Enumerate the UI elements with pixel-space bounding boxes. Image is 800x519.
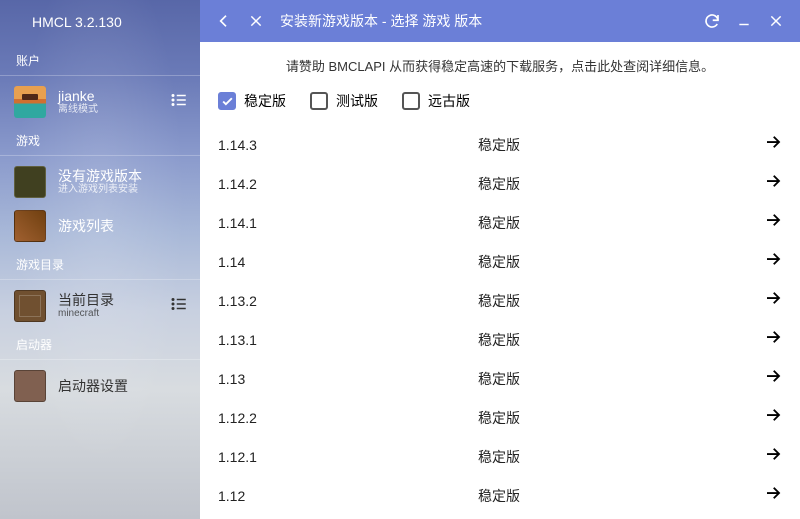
currentdir-text: 当前目录 minecraft (58, 292, 170, 321)
version-type: 稳定版 (478, 252, 764, 272)
settings-title: 启动器设置 (58, 378, 188, 395)
filter-test-label: 测试版 (336, 91, 378, 111)
main-panel: 安装新游戏版本 - 选择 游戏 版本 请赞助 BMCLAPI 从而获得稳定高速的… (200, 0, 800, 519)
version-name: 1.14 (218, 254, 478, 270)
sidebar-item-currentdir[interactable]: 当前目录 minecraft (0, 284, 200, 328)
filter-stable-label: 稳定版 (244, 91, 286, 111)
checkbox-unchecked-icon (402, 92, 420, 110)
sponsor-banner[interactable]: 请赞助 BMCLAPI 从而获得稳定高速的下载服务，点击此处查阅详细信息。 (200, 42, 800, 91)
gamelist-text: 游戏列表 (58, 218, 188, 235)
version-name: 1.14.3 (218, 137, 478, 153)
avatar-icon (14, 86, 46, 118)
grass-block-icon (14, 166, 46, 198)
arrow-right-icon (764, 289, 782, 312)
refresh-button[interactable] (698, 7, 726, 35)
filter-row: 稳定版 测试版 远古版 (200, 91, 800, 125)
version-type: 稳定版 (478, 486, 764, 506)
command-block-icon (14, 370, 46, 402)
version-name: 1.13.2 (218, 293, 478, 309)
noversion-text: 没有游戏版本 进入游戏列表安装 (58, 168, 188, 197)
sidebar-item-noversion[interactable]: 没有游戏版本 进入游戏列表安装 (0, 160, 200, 204)
arrow-right-icon (764, 484, 782, 507)
version-type: 稳定版 (478, 330, 764, 350)
back-button[interactable] (210, 7, 238, 35)
topbar: 安装新游戏版本 - 选择 游戏 版本 (200, 0, 800, 42)
list-icon[interactable] (170, 295, 188, 318)
section-gamedir: 游戏目录 (0, 248, 200, 280)
noversion-sub: 进入游戏列表安装 (58, 184, 188, 196)
arrow-right-icon (764, 328, 782, 351)
page-title: 安装新游戏版本 - 选择 游戏 版本 (274, 11, 694, 31)
version-row[interactable]: 1.13稳定版 (200, 359, 800, 398)
filter-ancient-label: 远古版 (428, 91, 470, 111)
version-row[interactable]: 1.12稳定版 (200, 476, 800, 515)
version-row[interactable]: 1.13.1稳定版 (200, 320, 800, 359)
section-account: 账户 (0, 44, 200, 76)
version-type: 稳定版 (478, 408, 764, 428)
arrow-right-icon (764, 406, 782, 429)
bookshelf-icon (14, 210, 46, 242)
arrow-right-icon (764, 250, 782, 273)
version-name: 1.13 (218, 371, 478, 387)
sidebar-item-account[interactable]: jianke 离线模式 (0, 80, 200, 124)
minimize-button[interactable] (730, 7, 758, 35)
filter-stable[interactable]: 稳定版 (218, 91, 286, 111)
version-name: 1.12.2 (218, 410, 478, 426)
version-name: 1.14.1 (218, 215, 478, 231)
version-name: 1.12 (218, 488, 478, 504)
account-text: jianke 离线模式 (58, 88, 170, 117)
checkbox-unchecked-icon (310, 92, 328, 110)
version-row[interactable]: 1.13.2稳定版 (200, 281, 800, 320)
checkbox-checked-icon (218, 92, 236, 110)
version-row[interactable]: 1.12.1稳定版 (200, 437, 800, 476)
arrow-right-icon (764, 133, 782, 156)
section-launcher: 启动器 (0, 328, 200, 360)
crafting-table-icon (14, 290, 46, 322)
app-title: HMCL 3.2.130 (0, 0, 200, 44)
noversion-title: 没有游戏版本 (58, 168, 188, 185)
version-name: 1.14.2 (218, 176, 478, 192)
version-row[interactable]: 1.14.1稳定版 (200, 203, 800, 242)
version-type: 稳定版 (478, 291, 764, 311)
version-type: 稳定版 (478, 135, 764, 155)
version-row[interactable]: 1.11.2稳定版 (200, 515, 800, 519)
filter-test[interactable]: 测试版 (310, 91, 378, 111)
account-name: jianke (58, 88, 170, 105)
version-row[interactable]: 1.14.3稳定版 (200, 125, 800, 164)
version-type: 稳定版 (478, 369, 764, 389)
version-type: 稳定版 (478, 213, 764, 233)
version-list[interactable]: 1.14.3稳定版1.14.2稳定版1.14.1稳定版1.14稳定版1.13.2… (200, 125, 800, 519)
version-name: 1.12.1 (218, 449, 478, 465)
version-name: 1.13.1 (218, 332, 478, 348)
gamelist-title: 游戏列表 (58, 218, 188, 235)
account-mode: 离线模式 (58, 104, 170, 116)
sidebar-item-gamelist[interactable]: 游戏列表 (0, 204, 200, 248)
arrow-right-icon (764, 367, 782, 390)
version-row[interactable]: 1.14.2稳定版 (200, 164, 800, 203)
version-row[interactable]: 1.12.2稳定版 (200, 398, 800, 437)
filter-ancient[interactable]: 远古版 (402, 91, 470, 111)
version-row[interactable]: 1.14稳定版 (200, 242, 800, 281)
currentdir-title: 当前目录 (58, 292, 170, 309)
currentdir-sub: minecraft (58, 308, 170, 320)
version-type: 稳定版 (478, 174, 764, 194)
section-game: 游戏 (0, 124, 200, 156)
sidebar-item-settings[interactable]: 启动器设置 (0, 364, 200, 408)
version-type: 稳定版 (478, 447, 764, 467)
close-window-button[interactable] (762, 7, 790, 35)
arrow-right-icon (764, 172, 782, 195)
arrow-right-icon (764, 211, 782, 234)
arrow-right-icon (764, 445, 782, 468)
settings-text: 启动器设置 (58, 378, 188, 395)
sidebar: HMCL 3.2.130 账户 jianke 离线模式 游戏 没有游戏版本 进入… (0, 0, 200, 519)
list-icon[interactable] (170, 91, 188, 114)
close-page-button[interactable] (242, 7, 270, 35)
